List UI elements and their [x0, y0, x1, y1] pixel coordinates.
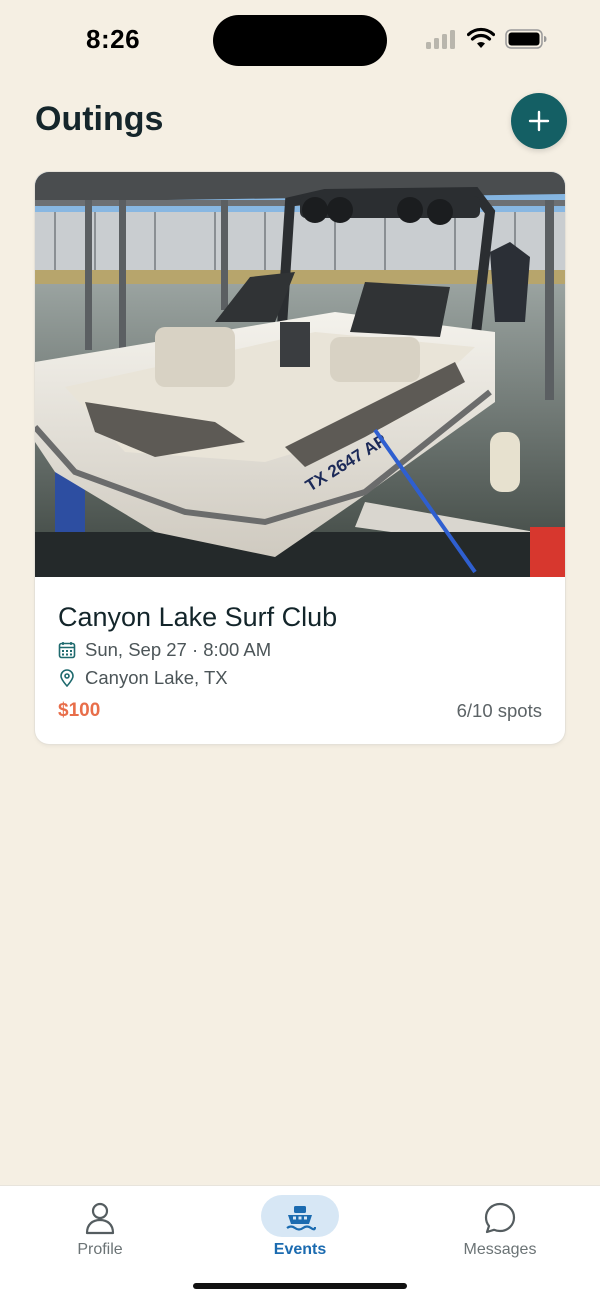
- tab-events[interactable]: Events: [230, 1192, 370, 1262]
- battery-icon: [505, 29, 547, 49]
- event-location-row: Canyon Lake, TX: [58, 667, 228, 689]
- tab-messages[interactable]: Messages: [430, 1192, 570, 1262]
- event-card[interactable]: TX 2647 AP Canyon Lake Surf Club Sun, Se…: [35, 172, 565, 744]
- tab-bar: Profile Events Messages: [0, 1185, 600, 1300]
- event-title: Canyon Lake Surf Club: [58, 602, 338, 632]
- event-location: Canyon Lake, TX: [85, 667, 228, 688]
- event-date: Sun, Sep 27 · 8:00 AM: [85, 639, 272, 660]
- calendar-icon: [58, 642, 76, 659]
- tab-profile-label: Profile: [77, 1241, 123, 1258]
- dynamic-island: [213, 15, 387, 66]
- cellular-signal-icon: [426, 29, 458, 49]
- page-title: Outings: [35, 100, 164, 138]
- home-indicator: [193, 1283, 407, 1289]
- location-pin-icon: [60, 669, 74, 687]
- wifi-icon: [467, 27, 495, 48]
- tab-profile[interactable]: Profile: [30, 1192, 170, 1262]
- plus-icon: [528, 110, 550, 132]
- status-time: 8:26: [86, 24, 141, 54]
- tab-messages-label: Messages: [463, 1241, 537, 1258]
- boat-icon: [286, 1206, 316, 1231]
- person-icon: [85, 1202, 115, 1235]
- tab-events-label: Events: [273, 1241, 327, 1258]
- event-spots: 6/10 spots: [456, 700, 542, 721]
- event-date-row: Sun, Sep 27 · 8:00 AM: [58, 639, 271, 661]
- chat-bubble-icon: [484, 1202, 516, 1234]
- event-price: $100: [58, 700, 101, 721]
- status-bar: 8:26: [0, 0, 600, 80]
- event-photo: TX 2647 AP: [35, 172, 565, 577]
- add-outing-button[interactable]: [511, 93, 567, 149]
